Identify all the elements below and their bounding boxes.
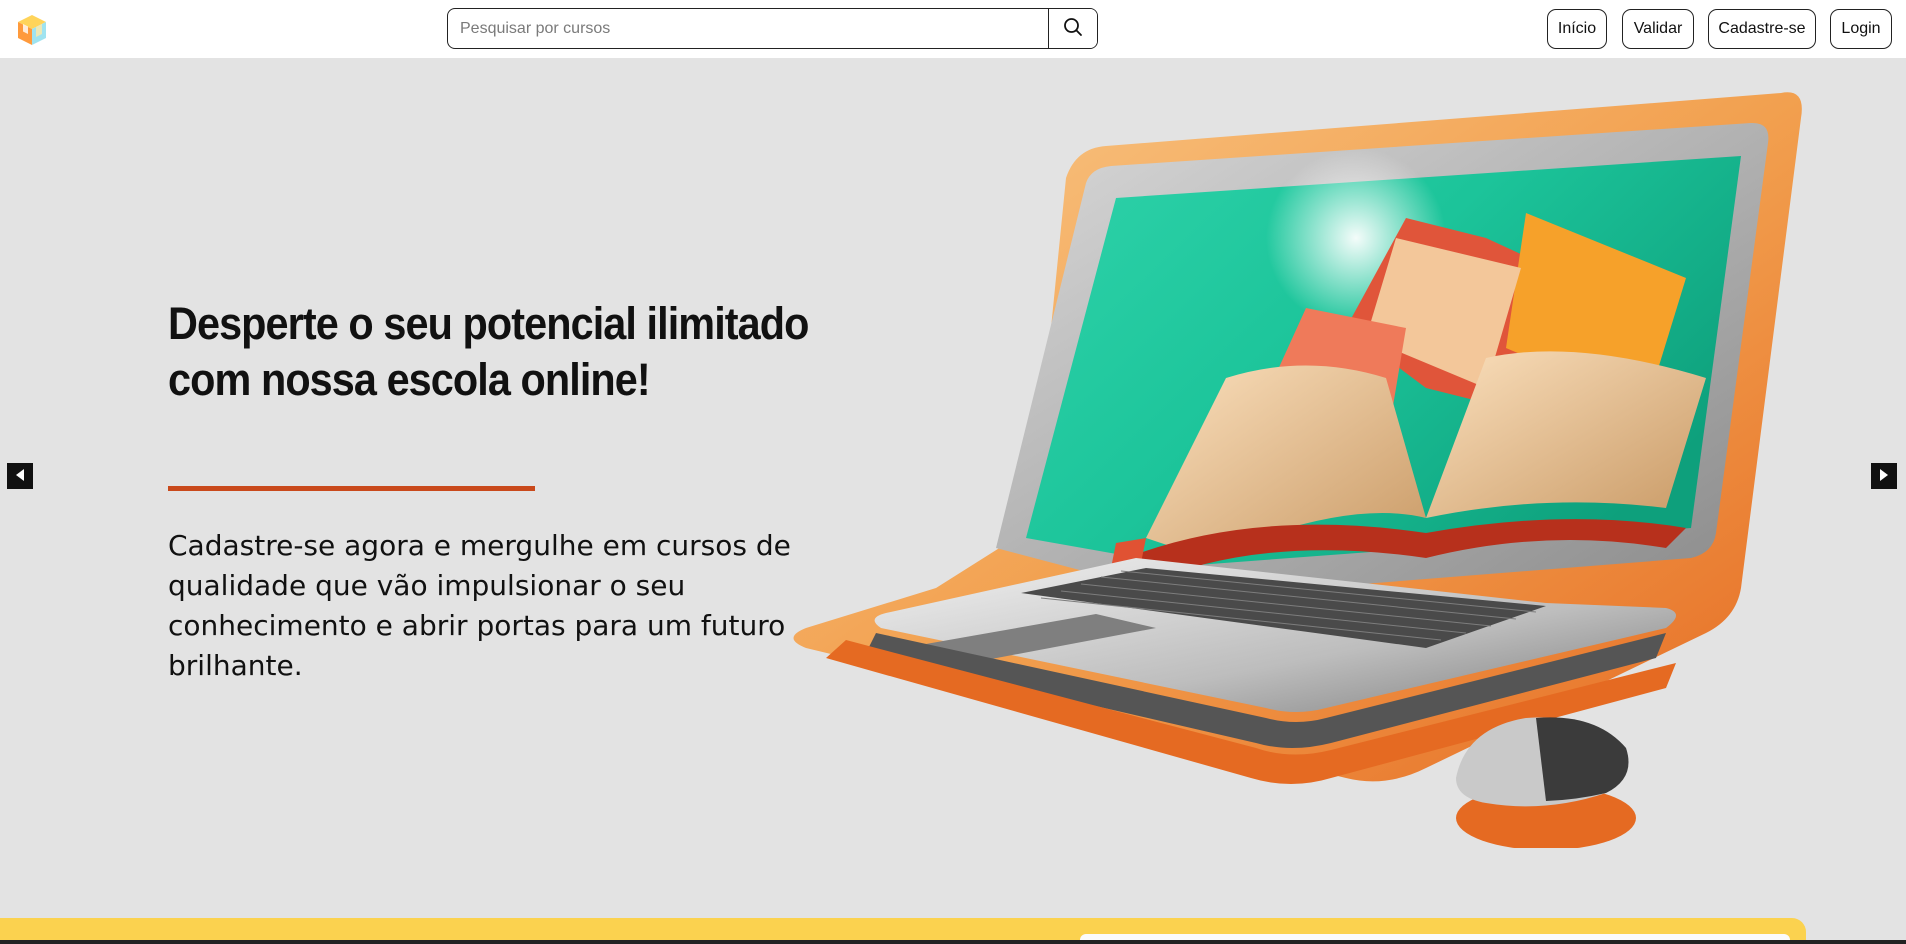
carousel-prev-button[interactable] (7, 463, 33, 489)
carousel-next-button[interactable] (1871, 463, 1897, 489)
search-bar (447, 8, 1098, 49)
top-navbar: Início Validar Cadastre-se Login (0, 0, 1906, 58)
cube-logo-icon[interactable] (14, 12, 50, 48)
caret-right-icon (1878, 467, 1890, 486)
nav-cadastre-se-button[interactable]: Cadastre-se (1708, 9, 1816, 49)
search-button[interactable] (1048, 9, 1097, 48)
laptop-books-illustration (786, 88, 1806, 850)
hero-title: Desperte o seu potencial ilimitado com n… (168, 298, 809, 405)
footer-edge (0, 940, 1906, 944)
caret-left-icon (14, 467, 26, 486)
hero-description: Cadastre-se agora e mergulhe em cursos d… (168, 529, 791, 682)
hero-divider (168, 486, 535, 491)
nav-login-button[interactable]: Login (1830, 9, 1892, 49)
search-icon (1063, 17, 1083, 40)
nav-inicio-button[interactable]: Início (1547, 9, 1607, 49)
nav-validar-button[interactable]: Validar (1622, 9, 1694, 49)
search-input[interactable] (448, 9, 1048, 48)
